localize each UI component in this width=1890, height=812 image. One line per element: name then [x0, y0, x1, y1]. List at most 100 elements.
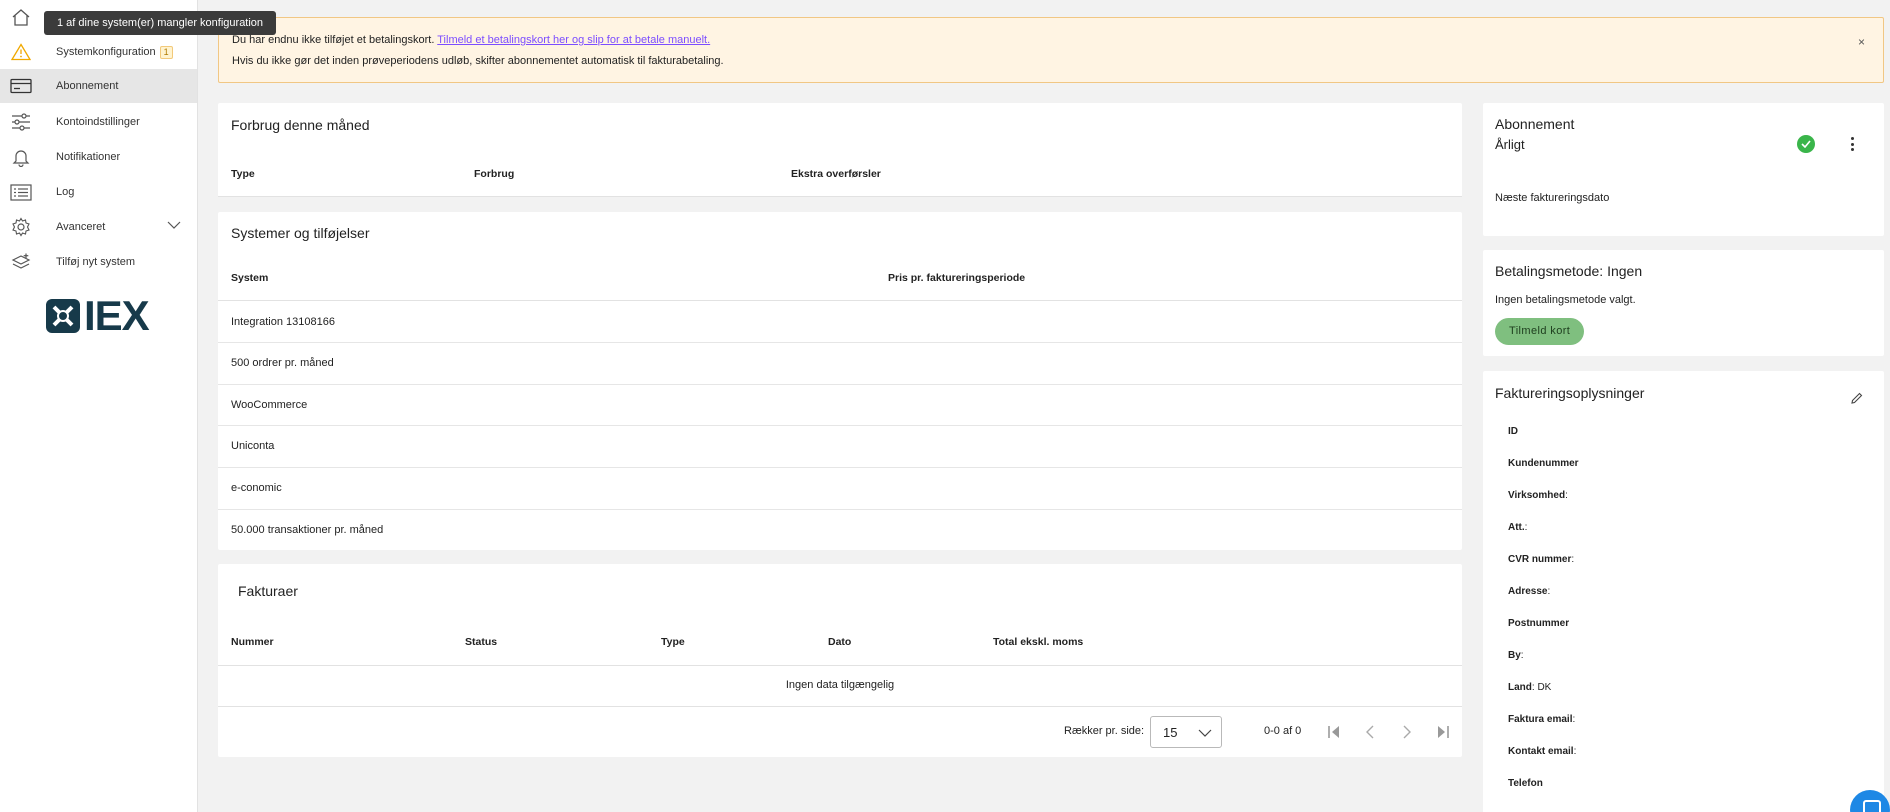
layers-add-icon	[10, 252, 32, 272]
sliders-icon	[10, 112, 32, 132]
sidebar-item-notifikationer[interactable]: Notifikationer	[0, 140, 197, 174]
subscription-title: Abonnement	[1495, 116, 1575, 132]
column-header-system: System	[231, 272, 269, 284]
next-page-icon[interactable]	[1397, 722, 1417, 742]
billing-info-card: Faktureringsoplysninger ID Kundenummer V…	[1483, 371, 1884, 812]
banner-line-2: Hvis du ikke gør det inden prøveperioden…	[232, 55, 724, 67]
billing-field-kontakt-email: Kontakt email:	[1508, 746, 1577, 757]
warning-icon	[10, 42, 32, 62]
list-icon	[10, 182, 32, 202]
banner-text: Du har endnu ikke tilføjet et betalingsk…	[232, 34, 435, 46]
pagination-range: 0-0 af 0	[1264, 725, 1302, 737]
payment-text: Ingen betalingsmetode valgt.	[1495, 294, 1636, 306]
sidebar-item-label: Systemkonfiguration 1	[56, 45, 173, 59]
edit-pencil-icon[interactable]	[1851, 392, 1863, 407]
bell-icon	[10, 147, 32, 167]
payment-card-banner: Du har endnu ikke tilføjet et betalingsk…	[218, 17, 1884, 83]
sidebar-item-tilfoej-system[interactable]: Tilføj nyt system	[0, 245, 197, 279]
systems-card: Systemer og tilføjelser System Pris pr. …	[218, 212, 1462, 550]
sidebar: Systemkonfiguration 1 Abonnement Kontoind…	[0, 0, 198, 812]
sidebar-item-label: Kontoindstillinger	[56, 116, 140, 128]
table-row: 500 ordrer pr. måned	[218, 343, 1462, 385]
invoices-card: Fakturaer Nummer Status Type Dato Total …	[218, 564, 1462, 757]
billing-field-id: ID	[1508, 426, 1518, 437]
column-header-nummer: Nummer	[231, 636, 274, 648]
add-card-button[interactable]: Tilmeld kort	[1495, 318, 1585, 345]
close-icon[interactable]: ×	[1858, 32, 1865, 53]
billing-field-postnummer: Postnummer	[1508, 618, 1570, 629]
next-billing-label: Næste faktureringsdato	[1495, 192, 1610, 204]
billing-field-kundenummer: Kundenummer	[1508, 458, 1579, 469]
billing-field-virksomhed: Virksomhed:	[1508, 490, 1568, 501]
sidebar-item-systemkonfiguration[interactable]: Systemkonfiguration 1	[0, 35, 197, 69]
sidebar-item-kontoindstillinger[interactable]: Kontoindstillinger	[0, 105, 197, 139]
first-page-icon[interactable]	[1324, 722, 1344, 742]
divider	[218, 665, 1462, 666]
table-row: e-conomic	[218, 468, 1462, 510]
column-header-pris: Pris pr. faktureringsperiode	[888, 272, 1026, 284]
billing-title: Faktureringsoplysninger	[1495, 385, 1645, 401]
last-page-icon[interactable]	[1433, 722, 1453, 742]
gear-icon	[10, 217, 32, 237]
row-system-name: Integration 13108166	[231, 316, 335, 328]
pagination-controls	[1324, 722, 1464, 742]
add-card-link[interactable]: Tilmeld et betalingskort her og slip for…	[437, 34, 710, 46]
subscription-plan: Årligt	[1495, 137, 1525, 152]
row-system-name: Uniconta	[231, 440, 275, 452]
sidebar-item-abonnement[interactable]: Abonnement	[0, 69, 197, 103]
rows-per-page-select[interactable]: 15	[1150, 716, 1222, 748]
table-row: WooCommerce	[218, 385, 1462, 426]
subscription-card: Abonnement Årligt Næste faktureringsdato	[1483, 103, 1884, 236]
divider	[218, 706, 1462, 707]
rows-per-page-label: Rækker pr. side:	[1064, 725, 1145, 737]
table-row: Integration 13108166	[218, 301, 1462, 343]
iex-logo: IEX	[46, 292, 150, 339]
divider	[218, 196, 1462, 197]
sidebar-item-label: Avanceret	[56, 221, 106, 233]
systems-title: Systemer og tilføjelser	[231, 225, 370, 241]
chevron-down-icon	[167, 220, 181, 232]
iex-logo-mark-icon	[46, 299, 80, 333]
config-warning-tooltip: 1 af dine system(er) mangler konfigurati…	[44, 11, 277, 35]
chevron-down-icon	[1198, 728, 1212, 740]
check-circle-icon	[1797, 135, 1815, 153]
card-icon	[10, 76, 32, 96]
more-options-icon[interactable]	[1847, 135, 1857, 153]
invoices-title: Fakturaer	[238, 583, 298, 599]
logo-text: IEX	[84, 292, 150, 339]
column-header-type: Type	[661, 636, 685, 648]
column-header-forbrug: Forbrug	[474, 168, 515, 180]
row-system-name: e-conomic	[231, 482, 282, 494]
sidebar-item-label: Notifikationer	[56, 151, 121, 163]
billing-field-cvr: CVR nummer:	[1508, 554, 1575, 565]
empty-state-text: Ingen data tilgængelig	[785, 679, 895, 691]
column-header-status: Status	[465, 636, 498, 648]
table-row: 50.000 transaktioner pr. måned	[218, 510, 1462, 550]
billing-field-adresse: Adresse:	[1508, 586, 1551, 597]
billing-field-by: By:	[1508, 650, 1524, 661]
billing-field-att: Att.:	[1508, 522, 1528, 533]
sidebar-item-log[interactable]: Log	[0, 175, 197, 209]
payment-title: Betalingsmetode: Ingen	[1495, 263, 1643, 279]
column-header-ekstra: Ekstra overførsler	[791, 168, 881, 180]
row-system-name: 500 ordrer pr. måned	[231, 357, 334, 369]
payment-method-card: Betalingsmetode: Ingen Ingen betalingsme…	[1483, 250, 1884, 356]
column-header-dato: Dato	[828, 636, 852, 648]
row-system-name: 50.000 transaktioner pr. måned	[231, 524, 384, 536]
usage-card: Forbrug denne måned Type Forbrug Ekstra …	[218, 103, 1462, 197]
rows-per-page-value: 15	[1163, 725, 1178, 740]
previous-page-icon[interactable]	[1360, 722, 1380, 742]
billing-field-telefon: Telefon	[1508, 778, 1543, 789]
billing-field-faktura-email: Faktura email:	[1508, 714, 1576, 725]
config-count-badge: 1	[159, 45, 173, 59]
column-header-type: Type	[231, 168, 255, 180]
usage-title: Forbrug denne måned	[231, 117, 370, 133]
home-icon	[10, 7, 32, 27]
sidebar-item-label: Log	[56, 186, 75, 198]
row-system-name: WooCommerce	[231, 399, 308, 411]
sidebar-item-label: Tilføj nyt system	[56, 256, 136, 268]
column-header-total: Total ekskl. moms	[993, 636, 1084, 648]
sidebar-item-avanceret[interactable]: Avanceret	[0, 210, 197, 244]
banner-line-1: Du har endnu ikke tilføjet et betalingsk…	[232, 30, 1870, 51]
billing-field-land: Land: DK	[1508, 682, 1552, 693]
